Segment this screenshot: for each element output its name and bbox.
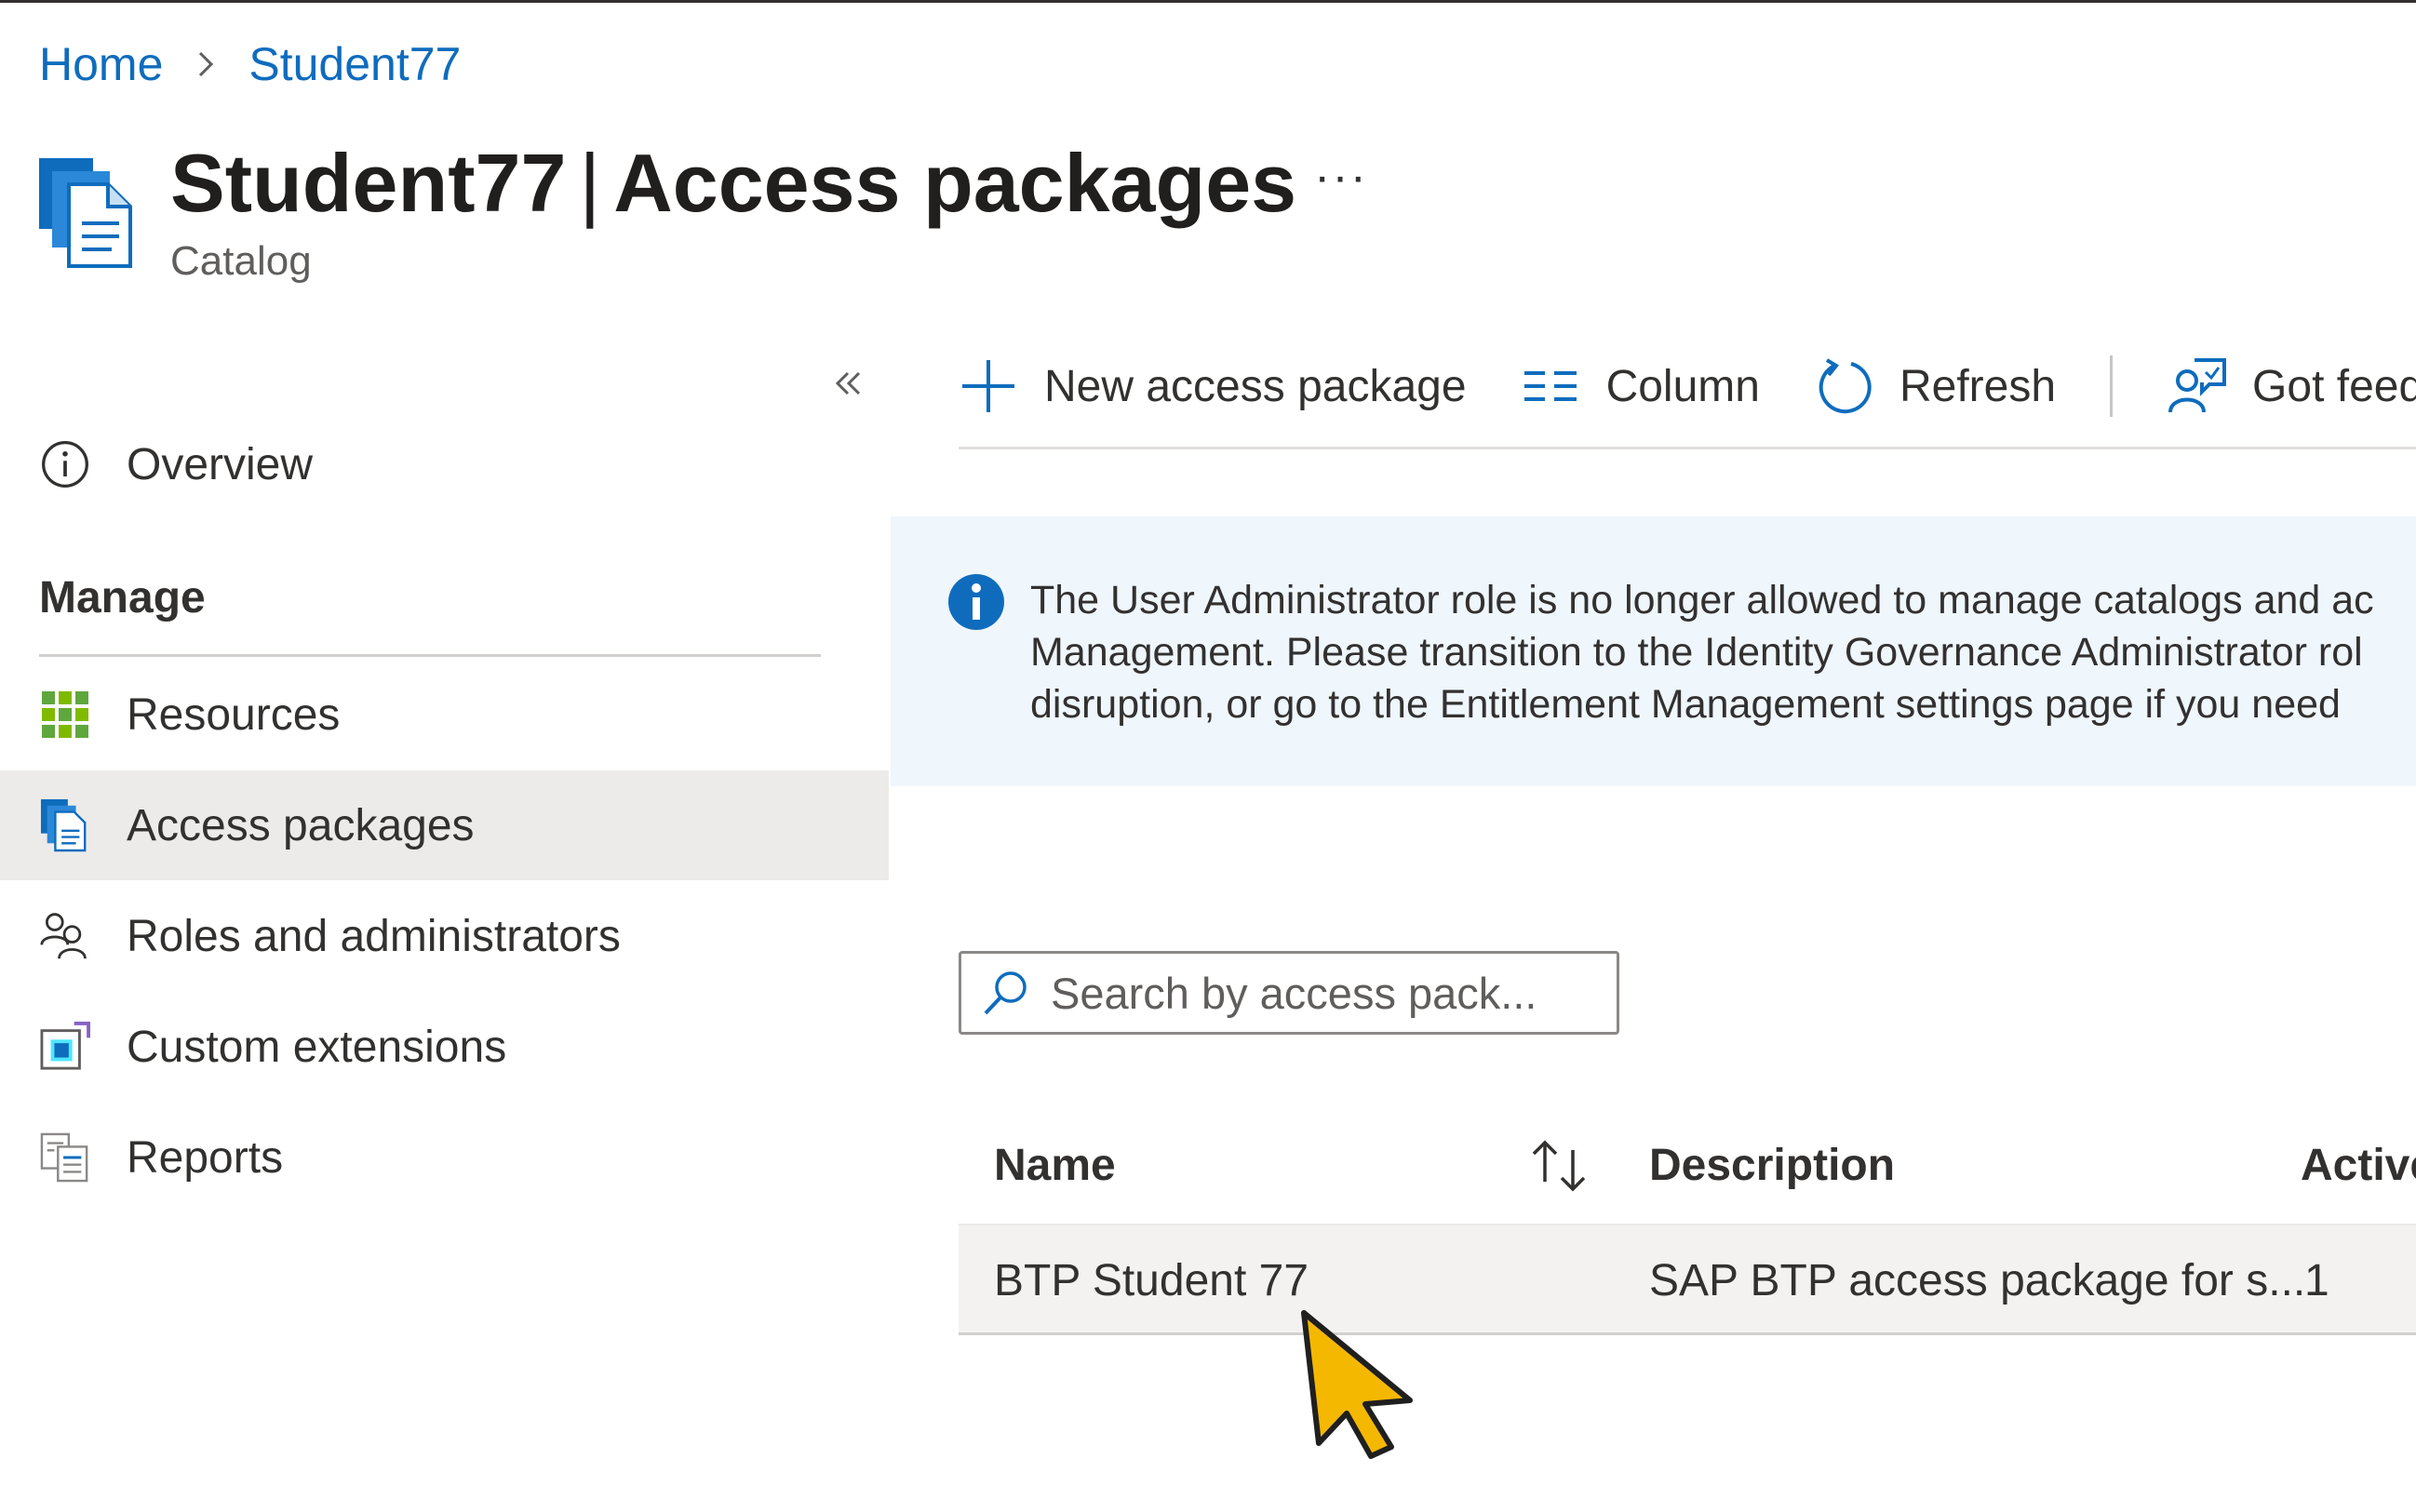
breadcrumb-current-link[interactable]: Student77 <box>248 37 461 91</box>
info-circle-icon <box>37 436 93 492</box>
chevron-right-icon <box>187 46 224 83</box>
feedback-button[interactable]: Got feed <box>2167 356 2416 416</box>
sidebar-item-label: Reports <box>127 1132 284 1183</box>
access-package-icon <box>37 156 140 268</box>
column-header-active[interactable]: Active <box>2301 1140 2416 1191</box>
sidebar-divider <box>39 654 821 657</box>
sidebar-item-resources[interactable]: Resources <box>0 660 889 769</box>
page-title-separator: | <box>579 137 601 229</box>
refresh-icon <box>1814 356 1873 416</box>
sidebar-item-label: Custom extensions <box>127 1022 507 1072</box>
command-bar: New access package Column Refresh Got fe… <box>959 340 2416 433</box>
search-box[interactable] <box>959 951 1619 1035</box>
info-banner-line: The User Administrator role is no longer… <box>1030 578 2374 622</box>
sidebar-item-label: Resources <box>127 689 341 740</box>
table-header: Name Description Active <box>959 1117 2416 1224</box>
info-icon <box>946 572 1006 632</box>
sidebar-item-roles-and-administrators[interactable]: Roles and administrators <box>0 881 889 991</box>
feedback-label: Got feed <box>2252 361 2416 411</box>
page-title: Student77 | Access packages <box>170 132 1296 234</box>
grid-icon <box>37 687 93 743</box>
column-button[interactable]: Column <box>1521 356 1760 416</box>
new-access-package-label: New access package <box>1044 361 1467 411</box>
access-packages-table: Name Description Active BTP Student 77 S… <box>959 1117 2416 1335</box>
sidebar-item-label: Roles and administrators <box>127 911 621 961</box>
column-label: Column <box>1605 361 1760 411</box>
column-header-name[interactable]: Name <box>994 1140 1116 1191</box>
sidebar-item-label: Overview <box>127 439 314 489</box>
custom-extension-icon <box>37 1019 93 1075</box>
info-banner: The User Administrator role is no longer… <box>891 516 2416 786</box>
search-icon <box>980 967 1032 1019</box>
info-banner-line: disruption, or go to the Entitlement Man… <box>1030 682 2341 727</box>
sidebar-item-overview[interactable]: Overview <box>0 409 889 519</box>
column-header-description[interactable]: Description <box>1649 1140 1895 1191</box>
people-icon <box>37 908 93 964</box>
page-title-section: Access packages <box>613 137 1297 229</box>
mouse-pointer-icon <box>1298 1307 1419 1461</box>
cell-description: SAP BTP access package for s... <box>1649 1256 2306 1305</box>
feedback-icon <box>2167 356 2227 416</box>
refresh-button[interactable]: Refresh <box>1814 356 2056 416</box>
more-options-button[interactable]: ··· <box>1314 149 1368 205</box>
table-row[interactable]: BTP Student 77 SAP BTP access package fo… <box>959 1224 2416 1335</box>
report-icon <box>37 1130 93 1185</box>
info-banner-line: Management. Please transition to the Ide… <box>1030 630 2363 675</box>
collapse-sidebar-icon[interactable] <box>831 366 866 401</box>
toolbar-separator <box>2110 355 2114 417</box>
breadcrumb-home-link[interactable]: Home <box>39 37 163 91</box>
sidebar-item-label: Access packages <box>127 800 475 850</box>
new-access-package-button[interactable]: New access package <box>959 356 1467 416</box>
columns-icon <box>1521 356 1580 416</box>
window-top-border <box>0 0 2416 3</box>
sidebar-item-access-packages[interactable]: Access packages <box>0 770 889 880</box>
sort-icon[interactable] <box>1526 1133 1591 1198</box>
refresh-label: Refresh <box>1899 361 2057 411</box>
search-input[interactable] <box>1051 967 1609 1019</box>
breadcrumb: Home Student77 <box>39 37 461 91</box>
cell-name[interactable]: BTP Student 77 <box>994 1255 1309 1306</box>
sidebar-section-manage: Manage <box>39 573 206 622</box>
sidebar-item-custom-extensions[interactable]: Custom extensions <box>0 992 889 1102</box>
page-subtitle: Catalog <box>170 238 312 284</box>
page-title-catalog: Student77 <box>170 137 567 229</box>
info-banner-message: The User Administrator role is no longer… <box>1030 574 2416 730</box>
access-package-icon <box>37 797 93 853</box>
cell-active: 1 <box>2304 1256 2329 1305</box>
toolbar-divider <box>959 447 2416 449</box>
sidebar-item-reports[interactable]: Reports <box>0 1103 889 1212</box>
plus-icon <box>959 356 1018 416</box>
